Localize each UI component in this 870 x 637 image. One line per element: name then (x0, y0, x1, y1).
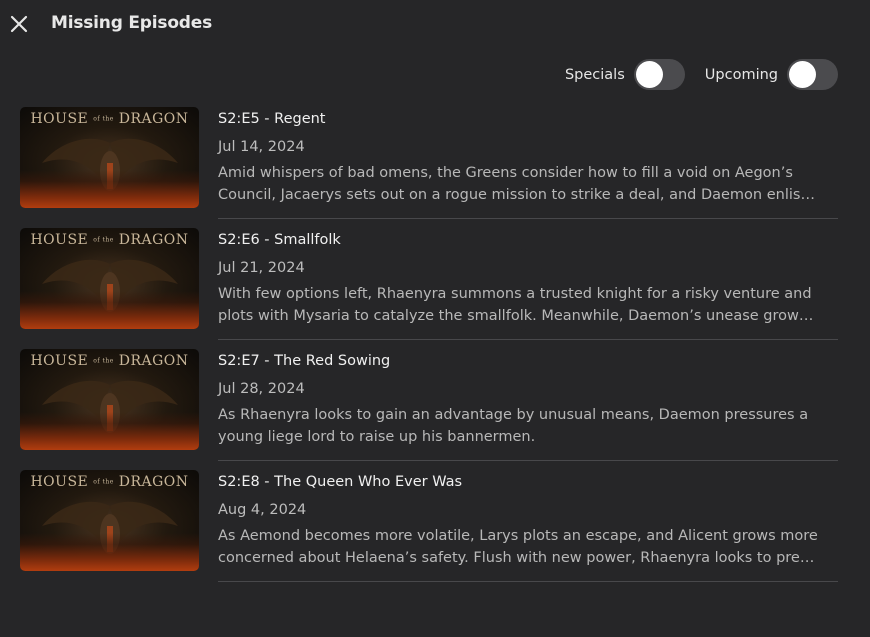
episode-description: As Aemond becomes more volatile, Larys p… (218, 528, 818, 566)
specials-toggle-knob (635, 61, 663, 88)
episode-date: Jul 21, 2024 (218, 260, 305, 276)
episode-title: S2:E5 - Regent (218, 111, 326, 127)
episode-thumbnail: HOUSE of the DRAGON (20, 107, 199, 208)
episode-row[interactable]: HOUSE of the DRAGON S2:E5 - Regent Jul 1… (20, 98, 838, 219)
episode-description: With few options left, Rhaenyra summons … (218, 286, 812, 324)
episode-date: Aug 4, 2024 (218, 502, 307, 518)
fire-glow (20, 533, 199, 571)
close-icon (10, 15, 28, 33)
episode-date: Jul 28, 2024 (218, 381, 305, 397)
episode-row[interactable]: HOUSE of the DRAGON S2:E6 - Smallfolk Ju… (20, 219, 838, 340)
show-logo: HOUSE of the DRAGON (30, 232, 189, 248)
upcoming-toggle-knob (789, 61, 816, 88)
show-logo: HOUSE of the DRAGON (30, 111, 189, 127)
episode-description: As Rhaenyra looks to gain an advantage b… (218, 407, 809, 445)
episode-title: S2:E7 - The Red Sowing (218, 353, 391, 369)
episode-thumbnail: HOUSE of the DRAGON (20, 228, 199, 329)
filter-toggles: Specials Upcoming (545, 59, 838, 90)
episode-info: S2:E8 - The Queen Who Ever Was Aug 4, 20… (218, 461, 838, 582)
upcoming-toggle[interactable] (787, 59, 838, 90)
episode-info: S2:E5 - Regent Jul 14, 2024 Amid whisper… (218, 98, 838, 219)
episode-description: Amid whispers of bad omens, the Greens c… (218, 165, 814, 203)
page-title: Missing Episodes (51, 13, 213, 33)
header: Missing Episodes (0, 0, 870, 50)
episode-row[interactable]: HOUSE of the DRAGON S2:E8 - The Queen Wh… (20, 461, 838, 582)
episode-date: Jul 14, 2024 (218, 139, 305, 155)
upcoming-toggle-group: Upcoming (705, 59, 838, 90)
show-logo: HOUSE of the DRAGON (30, 474, 189, 490)
fire-glow (20, 412, 199, 450)
fire-glow (20, 170, 199, 208)
episode-info: S2:E7 - The Red Sowing Jul 28, 2024 As R… (218, 340, 838, 461)
episode-thumbnail: HOUSE of the DRAGON (20, 470, 199, 571)
specials-label: Specials (564, 66, 625, 83)
episode-info: S2:E6 - Smallfolk Jul 21, 2024 With few … (218, 219, 838, 340)
episode-list: HOUSE of the DRAGON S2:E5 - Regent Jul 1… (20, 98, 838, 582)
episode-title: S2:E6 - Smallfolk (218, 232, 341, 248)
specials-toggle-group: Specials (565, 59, 685, 90)
episode-row[interactable]: HOUSE of the DRAGON S2:E7 - The Red Sowi… (20, 340, 838, 461)
show-logo: HOUSE of the DRAGON (30, 353, 189, 369)
upcoming-label: Upcoming (704, 66, 778, 83)
episode-thumbnail: HOUSE of the DRAGON (20, 349, 199, 450)
episode-title: S2:E8 - The Queen Who Ever Was (218, 474, 463, 490)
fire-glow (20, 291, 199, 329)
specials-toggle[interactable] (633, 59, 685, 90)
close-button[interactable] (8, 13, 30, 35)
